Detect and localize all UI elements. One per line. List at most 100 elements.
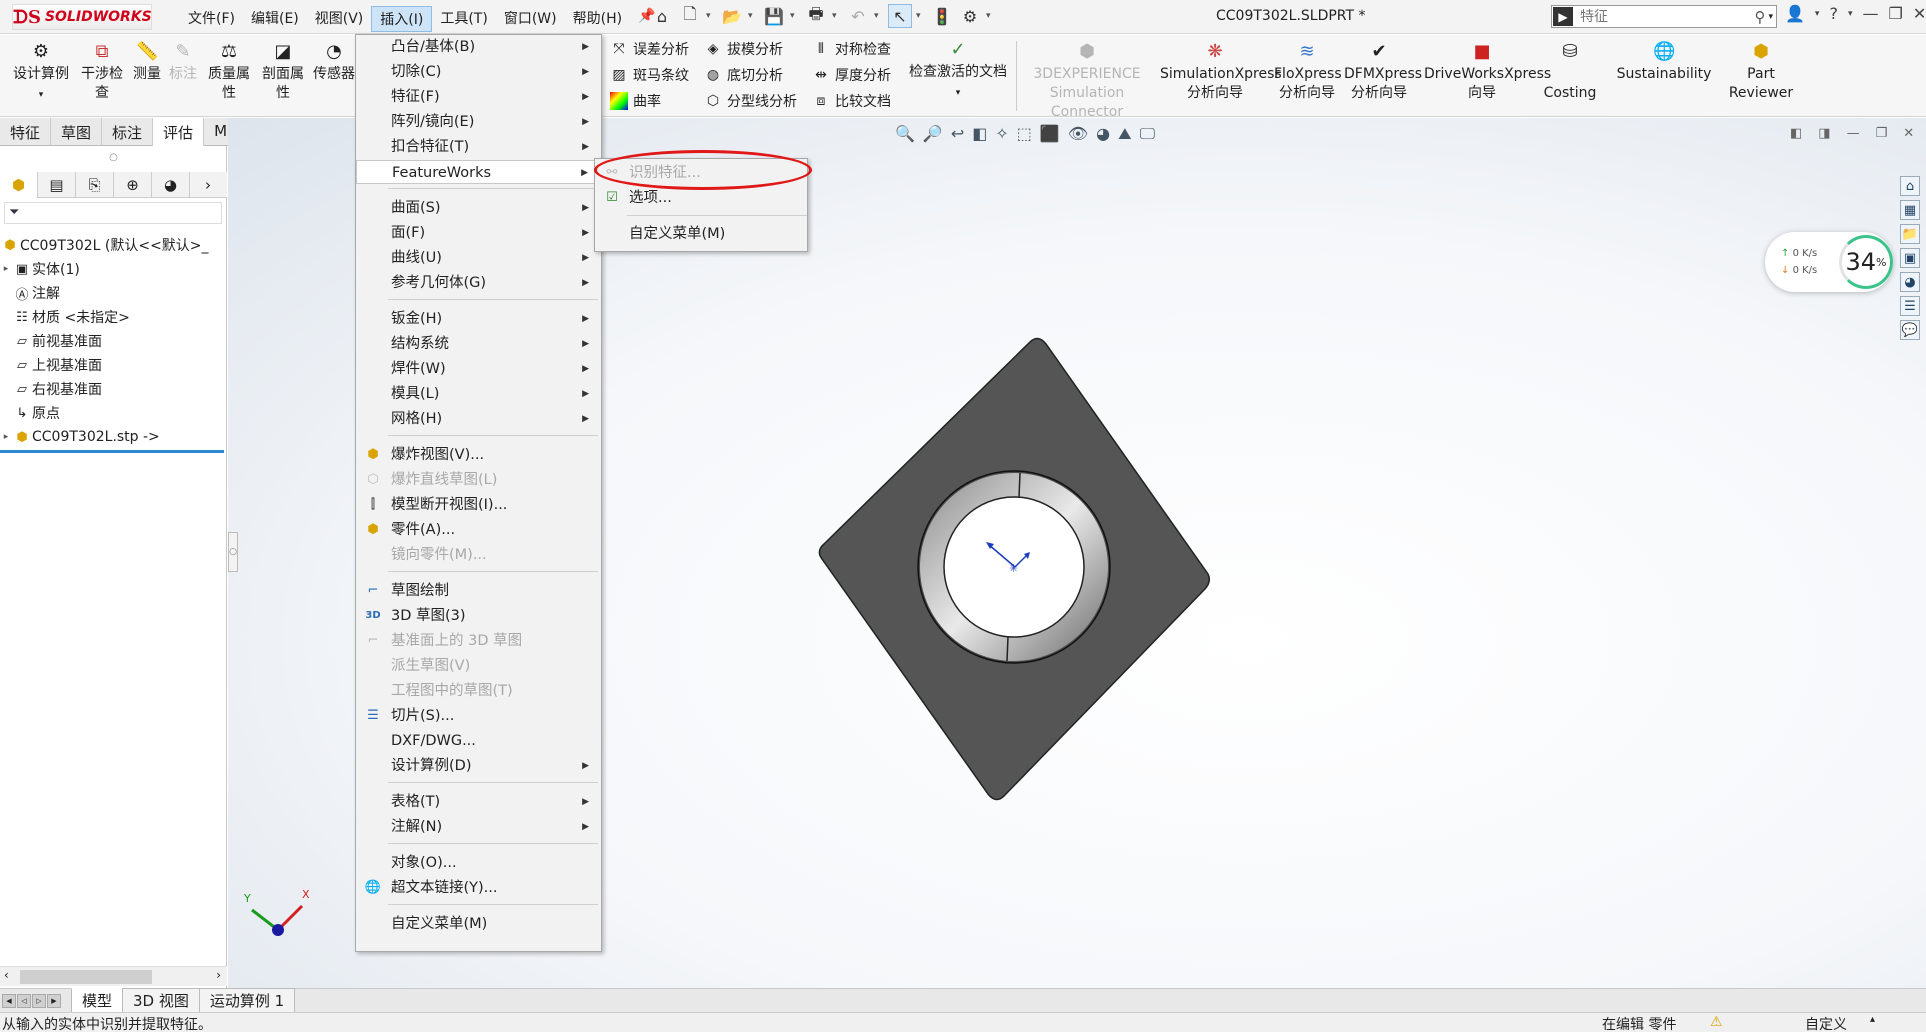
3dexperience-simulation-connector-button[interactable]: ⬢ 3DEXPERIENCE Simulation Connector	[1022, 41, 1152, 122]
horizontal-scrollbar[interactable]: ‹ ›	[0, 966, 227, 986]
viewport-tile-left-icon[interactable]: ◧	[1790, 126, 1802, 141]
forum-icon[interactable]: 💬	[1900, 320, 1920, 340]
menu-item-weldments[interactable]: 焊件(W) ▶	[356, 357, 601, 381]
menu-file[interactable]: 文件(F)	[180, 6, 243, 32]
interference-check-button[interactable]: ⧉ 干涉检查	[78, 41, 126, 103]
last-tab-icon[interactable]: ▶	[47, 993, 61, 1008]
part-model[interactable]: ✳	[818, 334, 1218, 804]
menu-item-pattern-mirror[interactable]: 阵列/镜向(E) ▶	[356, 110, 601, 134]
mass-properties-button[interactable]: ⚖ 质量属性	[204, 41, 254, 103]
search-icon[interactable]: ⚲	[1754, 8, 1765, 26]
open-icon[interactable]: 📂	[720, 4, 744, 28]
search-commands-icon[interactable]: ▶	[1553, 7, 1573, 26]
panel-splitter-handle[interactable]: ○	[228, 532, 238, 572]
menu-item-sketch[interactable]: ⌐ 草图绘制	[356, 579, 601, 603]
custom-properties-icon[interactable]: ☰	[1900, 296, 1920, 316]
manager-tabs-next-icon[interactable]: ›	[190, 172, 226, 198]
menu-item-cut[interactable]: 切除(C) ▶	[356, 60, 601, 84]
menu-item-surface[interactable]: 曲面(S) ▶	[356, 196, 601, 220]
menu-item-tables[interactable]: 表格(T) ▶	[356, 790, 601, 814]
minimize-icon[interactable]: —	[1862, 4, 1878, 23]
menu-help[interactable]: 帮助(H)	[565, 6, 630, 32]
search-box[interactable]: ▶ ⚲ ▾	[1551, 5, 1777, 28]
search-input[interactable]	[1574, 8, 1724, 25]
status-units[interactable]: 自定义	[1805, 1014, 1847, 1034]
expand-toggle-icon[interactable]: ▸	[0, 264, 12, 274]
scrollbar-thumb[interactable]	[20, 970, 152, 984]
dfmxpress-button[interactable]: ✔ DFMXpress 分析向导	[1344, 41, 1422, 103]
save-icon[interactable]: 💾	[762, 4, 786, 28]
menu-item-mesh[interactable]: 网格(H) ▶	[356, 407, 601, 431]
measure-button[interactable]: 📏 测量	[130, 41, 164, 84]
menu-insert[interactable]: 插入(I)	[371, 6, 433, 32]
viewport-tile-right-icon[interactable]: ◨	[1818, 126, 1830, 141]
print-icon[interactable]: 🖶	[804, 4, 828, 28]
menu-item-sketch-from-drawing[interactable]: 工程图中的草图(T)	[356, 679, 601, 703]
configurationmanager-tab-icon[interactable]: ⎘	[76, 172, 114, 198]
viewport-close-icon[interactable]: ✕	[1903, 126, 1914, 141]
menu-item-fastening-features[interactable]: 扣合特征(T) ▶	[356, 135, 601, 159]
menu-item-exploded-view[interactable]: ⬢ 爆炸视图(V)...	[356, 443, 601, 467]
view-settings-icon[interactable]: 🖵	[1140, 124, 1155, 144]
draft-analysis-button[interactable]: ◈ 拔模分析	[704, 39, 783, 59]
menu-item-object[interactable]: 对象(O)...	[356, 851, 601, 875]
file-explorer-icon[interactable]: 📁	[1900, 224, 1920, 244]
solidworks-logo[interactable]: ᗪS SOLIDWORKS	[12, 4, 152, 30]
menu-item-curve[interactable]: 曲线(U) ▶	[356, 246, 601, 270]
tab-evaluate[interactable]: 评估	[153, 118, 205, 146]
status-units-dropdown-icon[interactable]: ▴	[1870, 1014, 1875, 1025]
part-reviewer-button[interactable]: ⬢ Part Reviewer	[1724, 41, 1798, 103]
tree-item-right-plane[interactable]: ▱ 右视基准面	[0, 378, 226, 400]
zoom-to-area-icon[interactable]: 🔎	[923, 124, 943, 144]
menu-item-features[interactable]: 特征(F) ▶	[356, 85, 601, 109]
view-palette-icon[interactable]: ▣	[1900, 248, 1920, 268]
menu-item-face[interactable]: 面(F) ▶	[356, 221, 601, 245]
compare-documents-button[interactable]: ⧈ 比较文档	[812, 91, 891, 111]
menu-item-derived-sketch[interactable]: 派生草图(V)	[356, 654, 601, 678]
undercut-analysis-button[interactable]: ◍ 底切分析	[704, 65, 783, 85]
previous-view-icon[interactable]: ↩	[951, 124, 964, 144]
tab-features[interactable]: 特征	[0, 118, 52, 146]
expand-toggle-icon[interactable]: ▸	[0, 432, 12, 442]
sustainability-button[interactable]: 🌐 Sustainability	[1616, 41, 1712, 84]
design-study-button[interactable]: ⚙ 设计算例 ▾	[8, 41, 74, 105]
deviation-analysis-button[interactable]: ⤧ 误差分析	[610, 39, 689, 59]
curvature-button[interactable]: 曲率	[610, 91, 661, 111]
menu-item-annotations[interactable]: 注解(N) ▶	[356, 815, 601, 839]
undo-icon[interactable]: ↶	[846, 4, 870, 28]
menu-item-mirror-part[interactable]: 镜向零件(M)...	[356, 543, 601, 567]
menu-view[interactable]: 视图(V)	[307, 6, 372, 32]
menu-window[interactable]: 窗口(W)	[496, 6, 565, 32]
menu-item-reference-geometry[interactable]: 参考几何体(G) ▶	[356, 271, 601, 295]
dimxpertmanager-tab-icon[interactable]: ⊕	[114, 172, 152, 198]
tree-item-origin[interactable]: ↳ 原点	[0, 402, 226, 424]
rebuild-traffic-light-icon[interactable]: 🚦	[930, 4, 954, 28]
menu-item-customize-menu[interactable]: 自定义菜单(M)	[356, 912, 601, 936]
driveworksxpress-button[interactable]: ■ DriveWorksXpress 向导	[1424, 41, 1551, 103]
edit-appearance-icon[interactable]: ◕	[1096, 124, 1110, 144]
displaymanager-tab-icon[interactable]: ◕	[152, 172, 190, 198]
menu-item-slice[interactable]: ☰ 切片(S)...	[356, 704, 601, 728]
menu-item-model-break-view[interactable]: ⫿ 模型断开视图(I)...	[356, 493, 601, 517]
view-orientation-icon[interactable]: ⬚	[1017, 124, 1032, 144]
tree-root-part[interactable]: ⬢ CC09T302L (默认<<默认>_	[0, 234, 226, 256]
next-tab-icon[interactable]: ▷	[32, 993, 46, 1008]
rollback-bar[interactable]	[0, 450, 224, 453]
prev-tab-icon[interactable]: ◁	[17, 993, 31, 1008]
propertymanager-tab-icon[interactable]: ▤	[38, 172, 76, 198]
rebuild-status-icon[interactable]: ⚠	[1710, 1014, 1723, 1030]
tree-item-top-plane[interactable]: ▱ 上视基准面	[0, 354, 226, 376]
menu-item-design-study[interactable]: 设计算例(D) ▶	[356, 754, 601, 778]
menu-item-3d-sketch-on-plane[interactable]: ⌐ 基准面上的 3D 草图	[356, 629, 601, 653]
appearances-icon[interactable]: ◕	[1900, 272, 1920, 292]
menu-item-explode-line-sketch[interactable]: ⬡ 爆炸直线草图(L)	[356, 468, 601, 492]
viewport-restore-icon[interactable]: ❐	[1876, 126, 1888, 141]
simulationxpress-button[interactable]: ❋ SimulationXpress 分析向导	[1160, 41, 1282, 103]
zoom-to-fit-icon[interactable]: 🔍	[895, 124, 915, 144]
featuremanager-tab-icon[interactable]: ⬢	[0, 172, 38, 198]
design-library-icon[interactable]: ▦	[1900, 200, 1920, 220]
tab-sketch[interactable]: 草图	[51, 118, 103, 146]
thickness-analysis-button[interactable]: ⇹ 厚度分析	[812, 65, 891, 85]
tree-item-annotations[interactable]: Ⓐ 注解	[0, 282, 226, 304]
viewport-minimize-icon[interactable]: —	[1847, 126, 1860, 141]
